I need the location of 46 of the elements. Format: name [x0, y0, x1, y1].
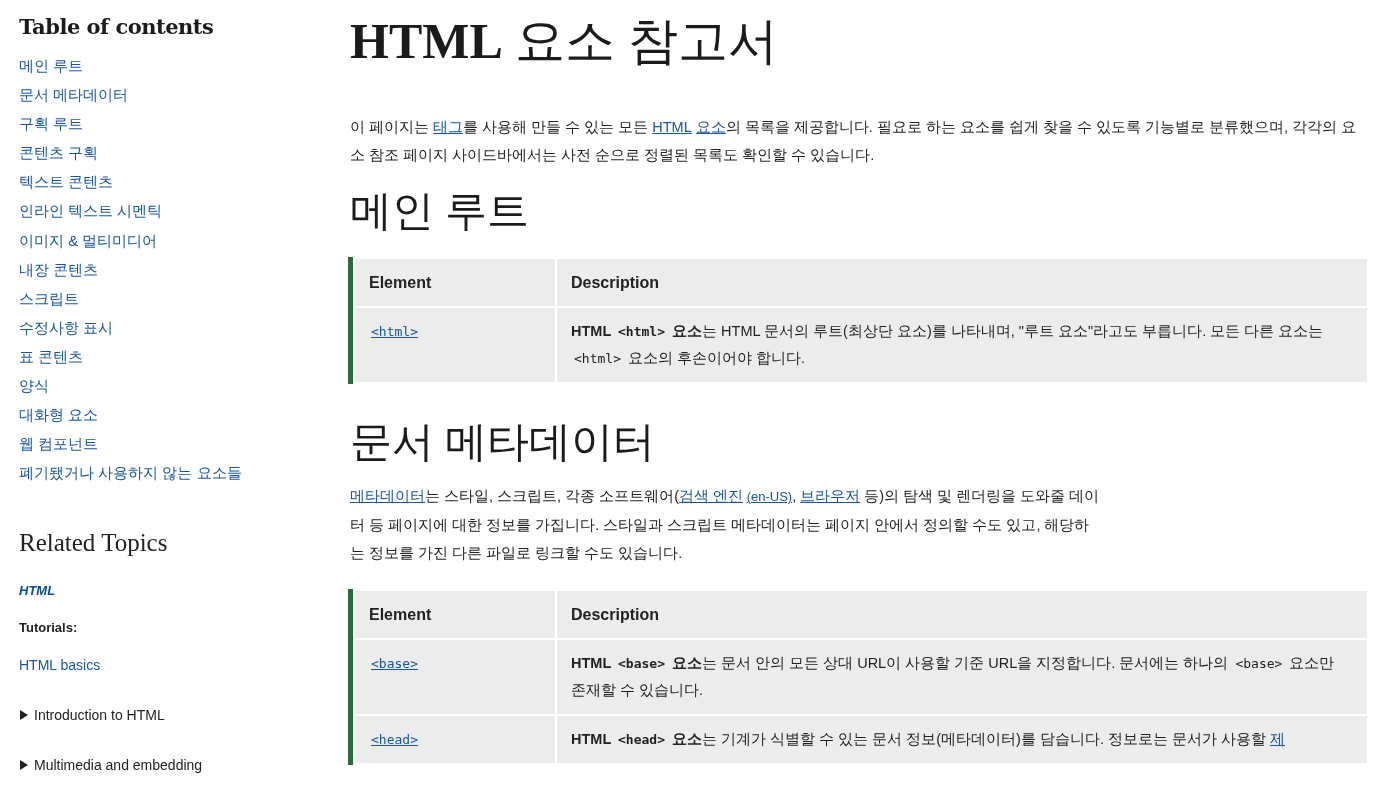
column-header: Description — [557, 591, 1367, 638]
text-link[interactable]: HTML — [652, 119, 692, 135]
related-topics-title: Related Topics — [19, 529, 169, 558]
toc-link[interactable]: 문서 메타데이터 — [19, 80, 129, 110]
toc-link[interactable]: 메인 루트 — [19, 51, 84, 81]
toc-link[interactable]: 폐기됐거나 사용하지 않는 요소들 — [19, 458, 242, 488]
page-title: HTML 요소 참고서 — [350, 12, 778, 71]
text-link[interactable]: 제 — [1270, 731, 1286, 747]
toc-link[interactable]: 텍스트 콘텐츠 — [19, 167, 114, 197]
toc-link[interactable]: 수정사항 표시 — [19, 312, 114, 342]
element-description: HTML <head> 요소는 기계가 식별할 수 있는 문서 정보(메타데이터)를 담습니다. 정보로는 문서가 사용할 제 — [571, 731, 1286, 747]
toc-link[interactable]: 구획 루트 — [19, 109, 84, 139]
toc-link[interactable]: 표 콘텐츠 — [19, 341, 84, 372]
element-description: HTML <html> 요소는 HTML 문서의 루트(최상단 요소)를 나타내며, "루트 요소"라고도 부릅니다. 모든 다른 요소는 <html> 요소의 후손이어야 합니다. — [571, 323, 1324, 366]
triangle-icon — [19, 760, 29, 771]
tutorial-link[interactable]: HTML basics — [19, 657, 101, 674]
tutorials-heading: Tutorials: — [19, 620, 78, 636]
section-heading: 메인 루트 — [350, 187, 529, 236]
column-header: Element — [355, 259, 555, 306]
text-link[interactable]: 검색 엔진 — [679, 488, 744, 504]
intro-paragraph: 이 페이지는 태그를 사용해 만들 수 있는 모든 HTML 요소의 목록을 제공합니다. 필요로 하는 요소를 쉽게 찾을 수 있도록 기능별로 분류했으며, 각각의 요소 참조 페이지 사이드바에서는 사전 순으로 정렬된 목록도 확인할 수 있습니다. — [350, 118, 1358, 165]
topic-link[interactable]: HTML — [19, 583, 56, 599]
text-link[interactable]: 메타데이터 — [350, 488, 425, 504]
column-header: Description — [557, 259, 1367, 306]
text-link[interactable]: 요소 — [695, 119, 726, 135]
element-link[interactable]: <head> — [371, 732, 418, 747]
tutorial-toggle[interactable]: Multimedia and embedding — [19, 757, 203, 774]
element-description: HTML <base> 요소는 문서 안의 모든 상대 URL이 사용할 기준 URL을 지정합니다. 문서에는 하나의 <base> 요소만 존재할 수 있습니다. — [571, 655, 1335, 698]
toc-link[interactable]: 웹 컴포넌트 — [19, 429, 99, 459]
toc-link[interactable]: 스크립트 — [19, 283, 79, 313]
toc-link[interactable]: 양식 — [19, 371, 49, 401]
text-link[interactable]: 태그 — [433, 119, 464, 135]
section-paragraph: 메타데이터 는 스타일, 스크립트, 각종 소프트웨어(검색 엔진 (en-US), 브라우저 등)의 탐색 및 렌더링을 도와줄 데이터 등 페이지에 대한 정보를 가집니다. 스타일과 스크립트 메타데이터는 페이지 안에서 정의할 수도 있고, 해당하는 정보를 가진 다른 파일로 링크할 수도 있습니다. — [350, 487, 1101, 563]
toc-link[interactable]: 콘텐츠 구획 — [19, 138, 99, 168]
toc-link[interactable]: 인라인 텍스트 시멘틱 — [19, 196, 163, 226]
toc-link[interactable]: 내장 콘텐츠 — [19, 254, 99, 284]
text-link[interactable]: 브라우저 — [800, 488, 861, 504]
triangle-icon — [19, 710, 29, 721]
toc-title: Table of contents — [19, 14, 215, 39]
tutorial-toggle[interactable]: Introduction to HTML — [19, 707, 165, 724]
toc-link[interactable]: 대화형 요소 — [19, 400, 99, 430]
section-heading: 문서 메타데이터 — [350, 418, 655, 467]
element-link[interactable]: <html> — [371, 324, 418, 339]
column-header: Element — [355, 591, 555, 638]
element-link[interactable]: <base> — [371, 656, 418, 671]
toc-link[interactable]: 이미지 & 멀티미디어 — [19, 225, 158, 255]
